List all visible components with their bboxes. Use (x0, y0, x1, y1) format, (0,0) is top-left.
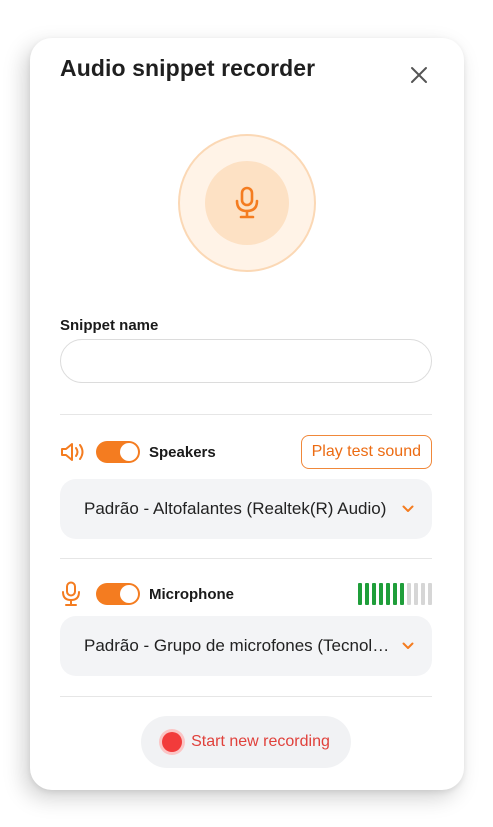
level-bar (421, 583, 425, 605)
speaker-icon (60, 438, 88, 466)
speaker-device-value: Padrão - Altofalantes (Realtek(R) Audio) (84, 499, 387, 518)
microphone-level-meter (358, 583, 432, 605)
speaker-device-select[interactable]: Padrão - Altofalantes (Realtek(R) Audio) (60, 479, 432, 539)
level-bar (372, 583, 376, 605)
play-test-sound-button[interactable]: Play test sound (300, 435, 432, 469)
toggle-knob (120, 443, 138, 461)
record-dot-icon (162, 732, 183, 752)
snippet-name-input[interactable] (60, 339, 432, 383)
microphone-toggle[interactable] (96, 583, 140, 605)
close-icon (411, 67, 427, 83)
speakers-toggle[interactable] (96, 441, 140, 463)
level-bar (379, 583, 383, 605)
divider (60, 558, 432, 559)
dialog-title: Audio snippet recorder (60, 55, 316, 81)
level-bar (428, 583, 432, 605)
microphone-icon (235, 186, 259, 219)
record-visualizer-inner (205, 161, 289, 245)
level-bar (386, 583, 390, 605)
start-recording-button[interactable]: Start new recording (141, 716, 351, 768)
level-bar (407, 583, 411, 605)
start-recording-label: Start new recording (191, 733, 330, 750)
microphone-row: Microphone (60, 577, 432, 611)
microphone-device-value: Padrão - Grupo de microfones (Tecnologia… (84, 636, 394, 655)
speakers-row: Speakers Play test sound (60, 435, 432, 469)
close-button[interactable] (404, 60, 434, 90)
chevron-down-icon (402, 639, 416, 653)
level-bar (365, 583, 369, 605)
chevron-down-icon (402, 502, 416, 516)
divider (60, 414, 432, 415)
divider (60, 696, 432, 697)
toggle-knob (120, 585, 138, 603)
level-bar (358, 583, 362, 605)
level-bar (393, 583, 397, 605)
record-visualizer (178, 134, 316, 272)
recorder-dialog: Audio snippet recorder Snippet name Spea… (30, 38, 464, 790)
microphone-icon (60, 580, 88, 608)
snippet-name-label: Snippet name (60, 317, 159, 334)
level-bar (400, 583, 404, 605)
microphone-device-select[interactable]: Padrão - Grupo de microfones (Tecnologia… (60, 616, 432, 676)
level-bar (414, 583, 418, 605)
microphone-label: Microphone (149, 585, 234, 603)
speakers-label: Speakers (149, 443, 216, 461)
